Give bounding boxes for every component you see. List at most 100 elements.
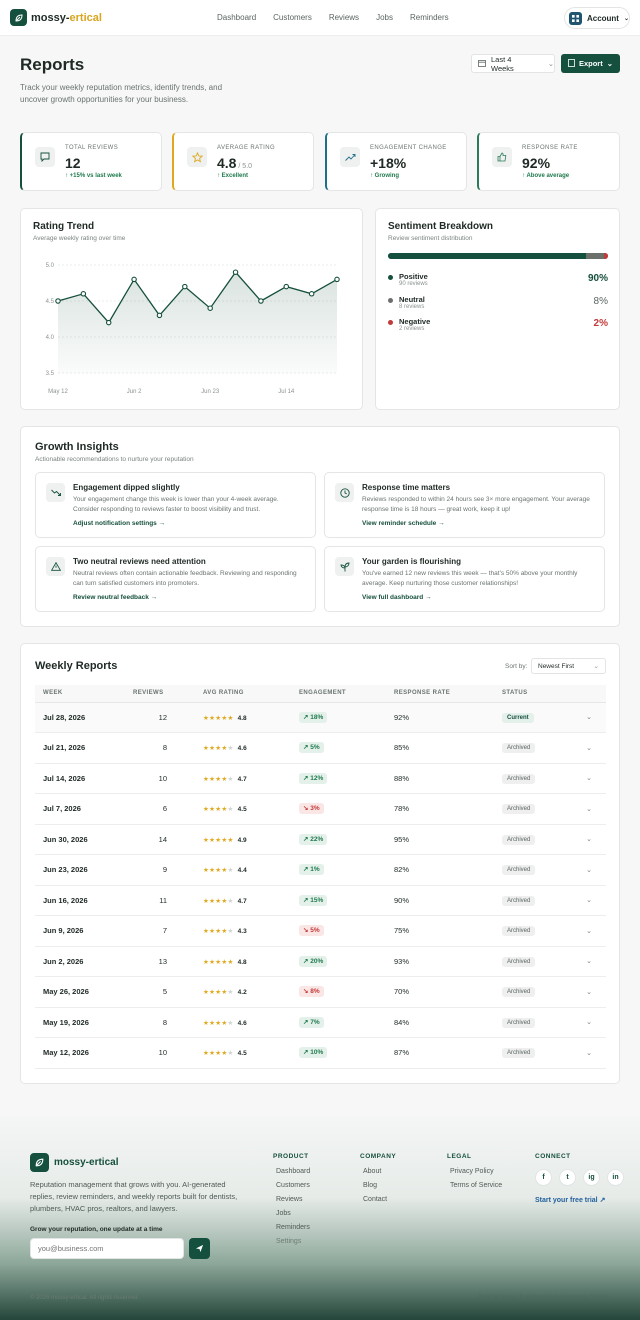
newsletter-submit-button[interactable] (189, 1238, 210, 1259)
star-rating-icon: ★★★★★ (203, 867, 234, 875)
footer-link[interactable]: Terms of Service (447, 1182, 502, 1189)
expand-chevron-icon[interactable]: ⌄ (566, 976, 606, 1008)
date-range-select[interactable]: Last 4 Weeks ⌄ (471, 54, 555, 73)
table-row[interactable]: Jun 9, 2026 7 ★★★★★ 4.3 ↘ 5% 75% Archived ⌄ (35, 915, 606, 947)
footer-link[interactable]: Settings (273, 1238, 310, 1245)
trend-point (283, 283, 290, 290)
status-badge: Archived (502, 926, 536, 937)
footer-link[interactable]: Customers (273, 1182, 310, 1189)
table-row[interactable]: May 12, 2026 10 ★★★★★ 4.5 ↗ 10% 87% Archived ⌄ (35, 1037, 606, 1069)
engagement-cell: ↗ 20% (291, 946, 386, 977)
reviews-cell: 8 (125, 1007, 195, 1038)
brand-name-main: mossy- (31, 12, 70, 24)
table-row[interactable]: Jul 28, 2026 12 ★★★★★ 4.8 ↗ 18% 92% Current ⌄ (35, 702, 606, 733)
arrow-up-icon: ↗ (303, 1049, 309, 1057)
nav-reviews[interactable]: Reviews (329, 13, 359, 22)
table-row[interactable]: May 19, 2026 8 ★★★★★ 4.6 ↗ 7% 84% Archived ⌄ (35, 1007, 606, 1038)
insight-card: Engagement dipped slightly Your engageme… (35, 472, 316, 538)
engagement-value: 3% (310, 805, 320, 813)
footer-link[interactable]: Blog (360, 1182, 396, 1189)
expand-chevron-icon[interactable]: ⌄ (566, 793, 606, 825)
insights-subtitle: Actionable recommendations to nurture yo… (35, 456, 194, 463)
linkedin-icon[interactable]: in (607, 1169, 624, 1186)
trend-point (105, 319, 112, 326)
insight-link[interactable]: View reminder schedule → (362, 520, 445, 527)
table-row[interactable]: May 26, 2026 5 ★★★★★ 4.2 ↘ 8% 70% Archived ⌄ (35, 976, 606, 1008)
footer-link[interactable]: Contact (360, 1196, 396, 1203)
expand-chevron-icon[interactable]: ⌄ (566, 946, 606, 977)
growth-insights-card: Growth Insights Actionable recommendatio… (20, 426, 620, 627)
footer-link[interactable]: Privacy Policy (447, 1168, 502, 1175)
status-badge: Archived (502, 834, 536, 845)
trend-point (258, 298, 264, 304)
engagement-badge: ↗ 18% (299, 711, 328, 723)
insight-link[interactable]: Review neutral feedback → (73, 594, 157, 601)
table-row[interactable]: Jul 7, 2026 6 ★★★★★ 4.5 ↘ 3% 78% Archived ⌄ (35, 793, 606, 825)
expand-chevron-icon[interactable]: ⌄ (566, 885, 606, 916)
instagram-icon[interactable]: ig (583, 1169, 600, 1186)
engagement-value: 12% (310, 774, 324, 782)
table-row[interactable]: Jul 14, 2026 10 ★★★★★ 4.7 ↗ 12% 88% Archived ⌄ (35, 763, 606, 794)
col-engagement: Engagement (291, 685, 386, 703)
rating-value: 4.5 (237, 806, 247, 814)
reviews-cell: 6 (125, 793, 195, 825)
table-row[interactable]: Jun 30, 2026 14 ★★★★★ 4.9 ↗ 22% 95% Archived ⌄ (35, 824, 606, 855)
export-button[interactable]: Export ⌄ (561, 54, 620, 73)
week-cell: Jun 16, 2026 (35, 885, 125, 916)
stat-suffix: / 5.0 (236, 163, 253, 170)
sort-select[interactable]: Newest First ⌄ (531, 658, 606, 674)
arrow-up-icon: ↗ (303, 896, 309, 904)
engagement-value: 7% (310, 1018, 320, 1026)
engagement-value: 5% (310, 744, 320, 752)
footer-link[interactable]: About (360, 1168, 396, 1175)
star-rating-icon: ★★★★★ (203, 836, 234, 844)
response-cell: 92% (386, 702, 494, 733)
expand-chevron-icon[interactable]: ⌄ (566, 915, 606, 947)
insight-link[interactable]: View full dashboard → (362, 594, 432, 601)
twitter-icon[interactable]: t (559, 1169, 576, 1186)
footer-link[interactable]: Dashboard (273, 1168, 310, 1175)
expand-chevron-icon[interactable]: ⌄ (566, 1037, 606, 1069)
expand-chevron-icon[interactable]: ⌄ (566, 854, 606, 886)
reviews-value: 13 (158, 956, 167, 966)
logo-icon[interactable] (10, 9, 27, 26)
table-row[interactable]: Jun 16, 2026 11 ★★★★★ 4.7 ↗ 15% 90% Archived ⌄ (35, 885, 606, 916)
table-row[interactable]: Jun 23, 2026 9 ★★★★★ 4.4 ↗ 1% 82% Archived ⌄ (35, 854, 606, 886)
expand-chevron-icon[interactable]: ⌄ (566, 824, 606, 855)
rating-cell: ★★★★★ 4.7 (195, 763, 291, 794)
week-cell: Jun 9, 2026 (35, 915, 125, 947)
sentiment-row-neutral: Neutral 8 reviews 8% (388, 294, 608, 314)
footer-col-legal: Legal Privacy Policy Terms of Service (447, 1153, 502, 1196)
nav-dashboard[interactable]: Dashboard (217, 13, 256, 22)
expand-chevron-icon[interactable]: ⌄ (566, 702, 606, 733)
footer-link[interactable]: Reviews (273, 1196, 310, 1203)
engagement-cell: ↘ 5% (291, 915, 386, 947)
expand-chevron-icon[interactable]: ⌄ (566, 763, 606, 794)
nav-customers[interactable]: Customers (273, 13, 312, 22)
brand-name[interactable]: mossy-ertical (31, 12, 102, 24)
status-badge: Archived (502, 987, 536, 998)
footer-col-company: Company About Blog Contact (360, 1153, 396, 1210)
account-menu[interactable]: Account ⌄ (564, 7, 630, 29)
footer-link[interactable]: Reminders (273, 1224, 310, 1231)
social-links: f t ig in (535, 1169, 624, 1186)
table-row[interactable]: Jul 21, 2026 8 ★★★★★ 4.6 ↗ 5% 85% Archived ⌄ (35, 732, 606, 764)
rating-value: 4.6 (237, 1019, 247, 1027)
copyright: © 2026 mossy-ertical. All rights reserve… (30, 1295, 140, 1301)
rating-value: 4.4 (237, 867, 247, 875)
expand-chevron-icon[interactable]: ⌄ (566, 732, 606, 764)
logo-icon[interactable] (30, 1153, 49, 1172)
clock-icon (335, 483, 354, 502)
expand-chevron-icon[interactable]: ⌄ (566, 1007, 606, 1038)
top-nav: mossy-ertical Dashboard Customers Review… (0, 0, 640, 36)
response-cell: 85% (386, 732, 494, 764)
sentiment-name: Negative (399, 317, 431, 326)
insight-link[interactable]: Adjust notification settings → (73, 520, 165, 527)
nav-reminders[interactable]: Reminders (410, 13, 449, 22)
footer-link[interactable]: Jobs (273, 1210, 310, 1217)
table-row[interactable]: Jun 2, 2026 13 ★★★★★ 4.8 ↗ 20% 93% Archived ⌄ (35, 946, 606, 977)
free-trial-link[interactable]: Start your free trial ↗ (535, 1196, 605, 1204)
facebook-icon[interactable]: f (535, 1169, 552, 1186)
nav-jobs[interactable]: Jobs (376, 13, 393, 22)
newsletter-email-input[interactable] (30, 1238, 184, 1259)
